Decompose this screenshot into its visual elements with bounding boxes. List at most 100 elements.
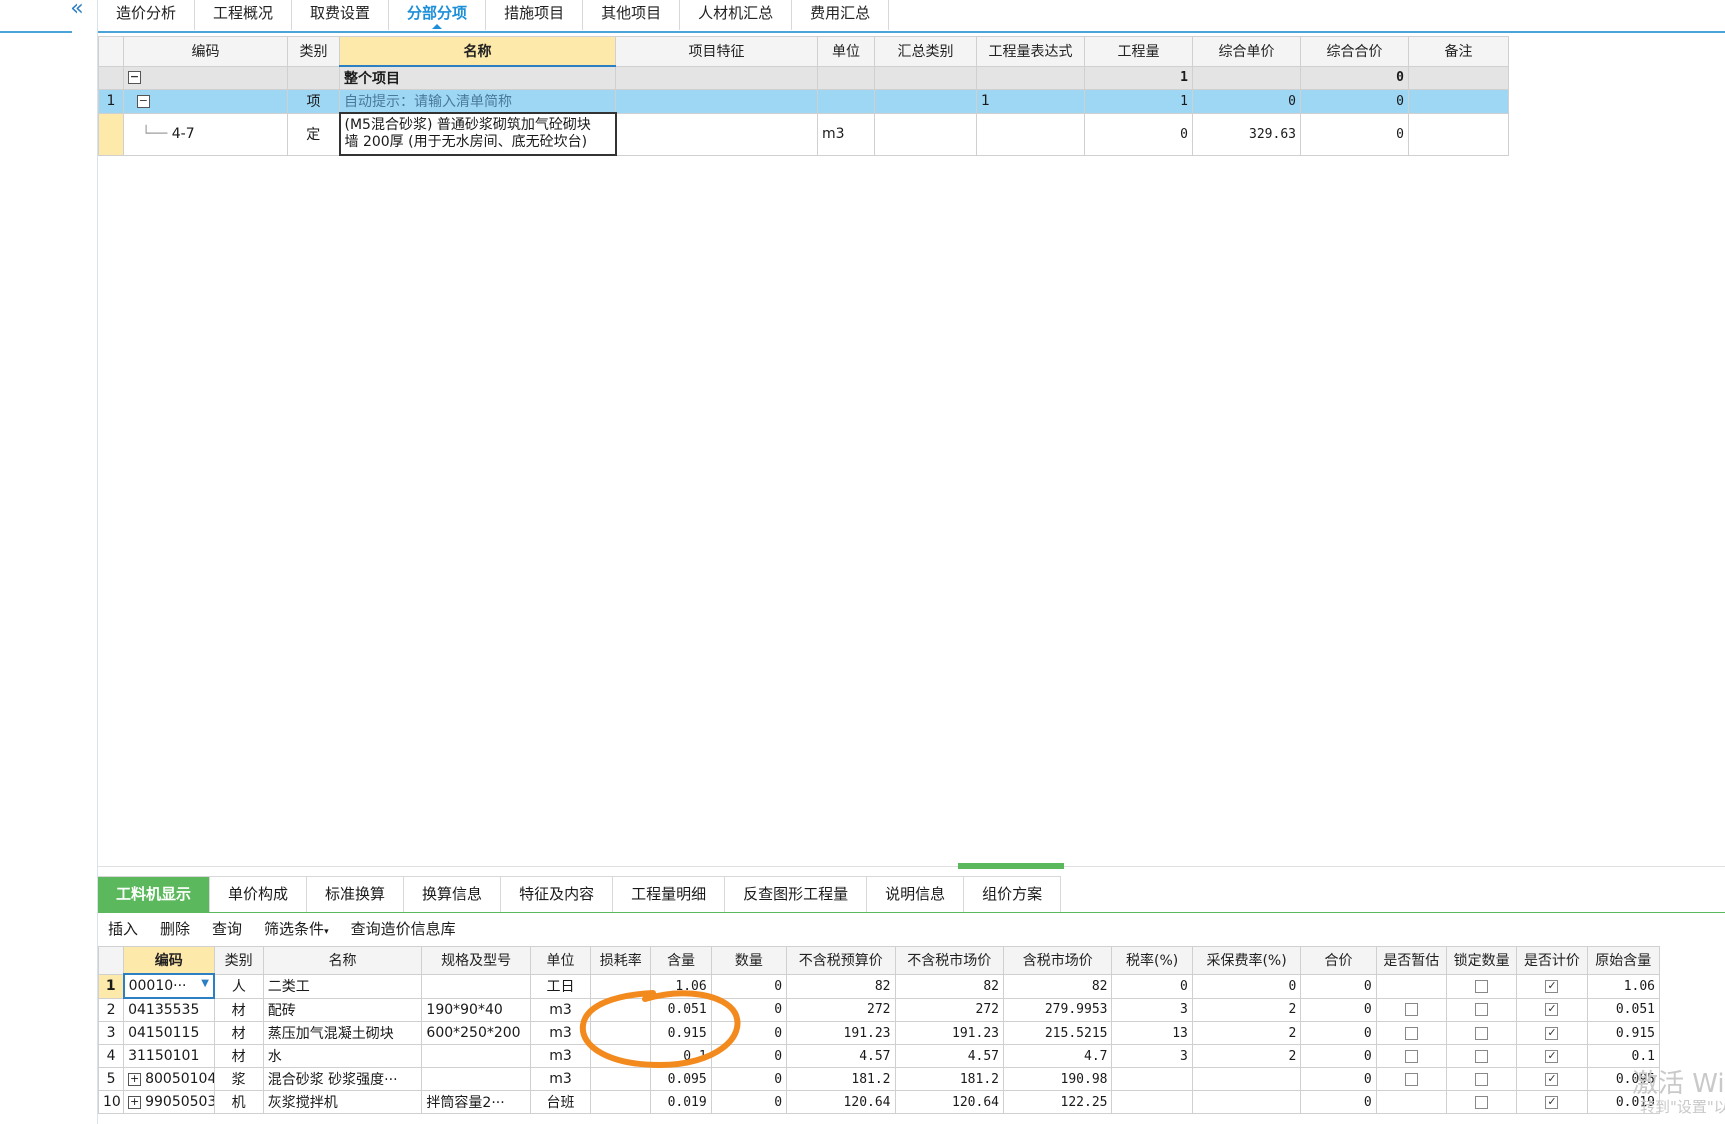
checkbox[interactable]: ✓ (1545, 1003, 1559, 1017)
quota-code[interactable]: └── 4-7 (123, 112, 288, 156)
item-type[interactable]: 项 (287, 89, 340, 114)
cell-type[interactable]: 机 (213, 1090, 264, 1114)
col-header[interactable]: 不含税预算价 (786, 946, 896, 975)
whole-project-row[interactable]: − 整个项目 1 0 (98, 65, 1509, 90)
col-header[interactable]: 是否暂估 (1375, 946, 1447, 975)
cell-mkt[interactable]: 191.23 (894, 1021, 1005, 1045)
cell-fee[interactable]: 2 (1191, 997, 1302, 1022)
checkbox[interactable]: ✓ (1545, 1095, 1559, 1109)
col-header[interactable]: 编码 (123, 36, 288, 67)
cell-fee[interactable]: 2 (1191, 1021, 1302, 1045)
cell-spec[interactable]: 拌筒容量2··· (421, 1090, 531, 1114)
resource-row[interactable]: 4 31150101 材水 m3 0.1 0 4.57 4.57 4.7 3 2 0 ✓ 0.1 (97, 1044, 1661, 1068)
cell-type[interactable]: 材 (213, 997, 264, 1022)
col-header[interactable]: 合价 (1300, 946, 1377, 975)
cell-qty[interactable]: 0 (710, 973, 788, 999)
top-tab[interactable]: 取费设置 (292, 0, 390, 30)
cell-mkt[interactable]: 4.57 (894, 1044, 1005, 1068)
cell-est[interactable] (1375, 1021, 1447, 1045)
cell-total[interactable]: 0 (1300, 997, 1377, 1022)
pane-splitter[interactable] (98, 866, 1725, 867)
top-tab[interactable]: 造价分析 (98, 0, 196, 30)
cell-loss[interactable] (590, 973, 652, 999)
cell-content[interactable]: 0.019 (650, 1090, 712, 1114)
cell-lock[interactable] (1445, 1067, 1518, 1091)
item-unit-price[interactable]: 0 (1192, 89, 1301, 114)
cell-bud[interactable]: 191.23 (786, 1021, 896, 1045)
checkbox[interactable] (1404, 1003, 1418, 1017)
filter-dropdown[interactable]: 筛选条件▾ (264, 918, 329, 940)
cell-est[interactable] (1375, 1067, 1447, 1091)
top-tab[interactable]: 工程概况 (195, 0, 293, 30)
cell-spec[interactable] (421, 1067, 531, 1091)
col-header[interactable]: 项目特征 (615, 36, 818, 67)
cell-tax[interactable]: 0 (1111, 973, 1193, 999)
collapse-minus-icon[interactable]: − (136, 94, 150, 108)
cell-qty[interactable]: 0 (710, 1067, 788, 1091)
top-tab[interactable]: 费用汇总 (792, 0, 890, 30)
bottom-tab[interactable]: 特征及内容 (501, 876, 614, 913)
cell-qty[interactable]: 0 (710, 1044, 788, 1068)
cell-tax[interactable]: 3 (1111, 1044, 1193, 1068)
bottom-tab[interactable]: 标准换算 (307, 876, 405, 913)
col-header[interactable]: 不含税市场价 (894, 946, 1005, 975)
collapse-minus-icon[interactable]: − (128, 71, 141, 85)
cell-mkt[interactable]: 120.64 (894, 1090, 1005, 1114)
cell-name[interactable]: 水 (262, 1044, 423, 1068)
cell-est[interactable] (1375, 973, 1447, 999)
cell-name[interactable]: 配砖 (262, 997, 423, 1022)
col-header[interactable]: 名称 (339, 36, 616, 67)
col-header[interactable]: 锁定数量 (1445, 946, 1518, 975)
quota-type[interactable]: 定 (287, 112, 340, 156)
cell-code[interactable]: 00010··· ▼ (122, 973, 216, 999)
col-header[interactable]: 采保费率(%) (1191, 946, 1302, 975)
col-header[interactable]: 损耗率 (590, 946, 652, 975)
cell-orig[interactable]: 1.06 (1586, 973, 1661, 999)
cell-mkt[interactable]: 181.2 (894, 1067, 1005, 1091)
cell-mkt[interactable]: 82 (894, 973, 1005, 999)
cell-total[interactable]: 0 (1300, 1044, 1377, 1068)
col-header[interactable]: 是否计价 (1516, 946, 1588, 975)
col-header[interactable]: 综合单价 (1192, 36, 1301, 67)
cell-loss[interactable] (590, 1044, 652, 1068)
cell-total[interactable]: 0 (1300, 1067, 1377, 1091)
cell-content[interactable]: 0.915 (650, 1021, 712, 1045)
splitter-grip-handle[interactable] (958, 863, 1064, 869)
whole-project-total[interactable]: 0 (1300, 65, 1409, 90)
cell-code[interactable]: 04135535 (123, 997, 215, 1022)
cell-type[interactable]: 材 (213, 1044, 264, 1068)
col-header[interactable]: 类别 (287, 36, 340, 67)
col-header[interactable]: 备注 (1408, 36, 1509, 67)
cell-loss[interactable] (590, 1067, 652, 1091)
top-tab[interactable]: 人材机汇总 (680, 0, 793, 30)
cell-code[interactable]: 04150115 (123, 1021, 215, 1045)
col-header[interactable]: 编码 (123, 946, 215, 975)
cell-spec[interactable]: 190*90*40 (421, 997, 531, 1022)
cell-priced[interactable]: ✓ (1516, 997, 1588, 1022)
cell-spec[interactable] (421, 1044, 531, 1068)
resource-row[interactable]: 1 00010··· ▼ 人二类工 工日 1.06 0 82 82 82 0 0 0 ✓ 1.06 (97, 973, 1661, 999)
cell-priced[interactable]: ✓ (1516, 1044, 1588, 1068)
cell-name[interactable]: 二类工 (262, 973, 423, 999)
col-header[interactable]: 工程量表达式 (976, 36, 1085, 67)
bottom-tab[interactable]: 工程量明细 (613, 876, 726, 913)
cell-unit[interactable]: m3 (529, 997, 592, 1022)
cell-tax[interactable] (1111, 1067, 1193, 1091)
quota-row[interactable]: └── 4-7 定 (M5混合砂浆) 普通砂浆砌筑加气砼砌块 墙 200厚 (用… (98, 112, 1509, 156)
item-quantity-expression[interactable]: 1 (976, 89, 1085, 114)
cell-content[interactable]: 0.1 (650, 1044, 712, 1068)
cell-unit[interactable]: m3 (529, 1067, 592, 1091)
top-tab[interactable]: 措施项目 (486, 0, 584, 30)
cell-priced[interactable]: ✓ (1516, 1090, 1588, 1114)
cell-est[interactable] (1375, 1044, 1447, 1068)
col-header[interactable]: 汇总类别 (874, 36, 977, 67)
collapse-chevron-icon[interactable]: « (66, 0, 88, 20)
quota-total[interactable]: 0 (1300, 112, 1409, 156)
whole-project-quantity[interactable]: 1 (1084, 65, 1193, 90)
cell-orig[interactable]: 0.051 (1586, 997, 1661, 1022)
cell-spec[interactable]: 600*250*200 (421, 1021, 531, 1045)
cell-type[interactable]: 人 (213, 973, 264, 999)
resource-row[interactable]: 5 +80050104 浆混合砂浆 砂浆强度··· m3 0.095 0 181.2 181.… (97, 1067, 1661, 1091)
expand-plus-icon[interactable]: + (128, 1072, 142, 1086)
cell-mkt_tax[interactable]: 122.25 (1002, 1090, 1113, 1114)
